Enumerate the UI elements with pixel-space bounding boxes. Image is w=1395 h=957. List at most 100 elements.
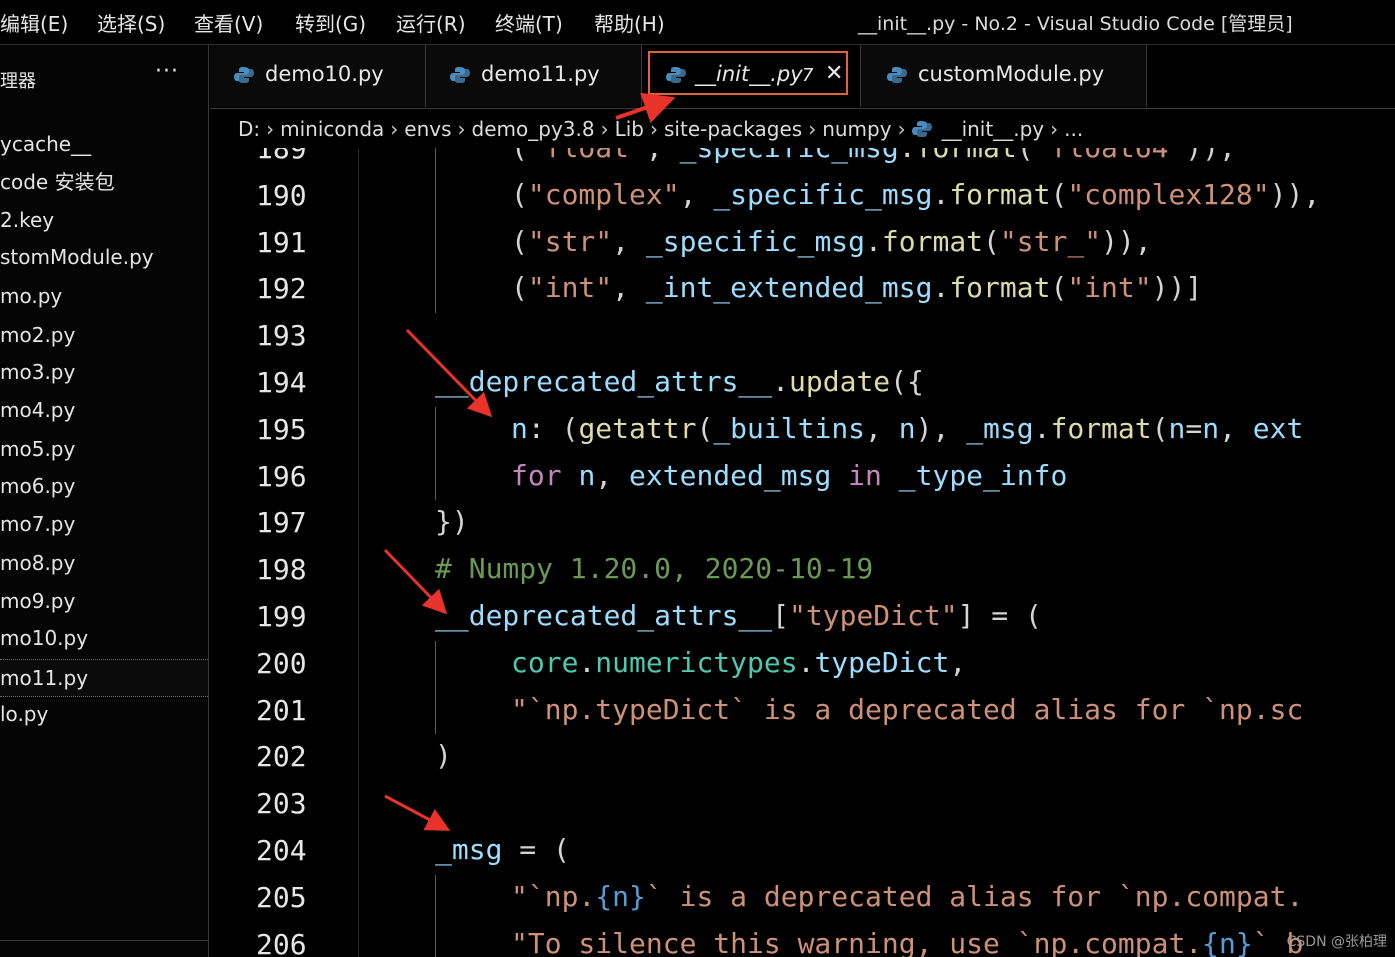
- breadcrumb-item[interactable]: miniconda: [280, 117, 384, 141]
- file-item[interactable]: mo2.py: [0, 317, 208, 353]
- line-number: 192: [256, 272, 307, 306]
- file-item[interactable]: stomModule.py: [0, 239, 208, 275]
- chevron-right-icon: ›: [897, 117, 906, 141]
- indent-guide: [435, 172, 436, 220]
- breadcrumb-item[interactable]: ...: [1064, 117, 1083, 141]
- code-line[interactable]: 191 ("str", _specific_msg.format("str_"))…: [210, 220, 1395, 266]
- code-text: "`np.{n}` is a deprecated alias for `np.…: [511, 879, 1304, 913]
- breadcrumb-item[interactable]: envs: [404, 117, 451, 141]
- breadcrumb-row: D: › miniconda › envs › demo_py3.8 › Lib › site-pa…: [238, 117, 1083, 141]
- breadcrumb-item[interactable]: numpy: [822, 117, 891, 141]
- breadcrumb: D: › miniconda › envs › demo_py3.8 › Lib › site-pa…: [210, 108, 1395, 149]
- file-item[interactable]: mo6.py: [0, 468, 208, 504]
- line-number: 190: [256, 178, 307, 212]
- indent-guide: [435, 453, 436, 501]
- code-text: __deprecated_attrs__.update({: [435, 365, 924, 398]
- line-number: 193: [256, 319, 307, 353]
- code-text: ("float", _specific_msg.format("float64"…: [511, 148, 1236, 164]
- indent-guide: [435, 874, 436, 922]
- code-text: n: (getattr(_builtins, n), _msg.format(n…: [511, 411, 1304, 445]
- line-number: 203: [256, 787, 307, 821]
- line-number: 197: [256, 506, 307, 540]
- code-line[interactable]: 202): [210, 734, 1395, 780]
- chevron-right-icon: ›: [650, 117, 658, 141]
- line-number: 204: [256, 834, 307, 867]
- code-text: ("str", _specific_msg.format("str_")),: [511, 224, 1152, 258]
- title-bar: 编辑(E) 选择(S) 查看(V) 转到(G) 运行(R) 终端(T) 帮助(H…: [0, 0, 1395, 45]
- file-item[interactable]: mo.py: [0, 278, 208, 314]
- file-item[interactable]: lo.py: [0, 696, 208, 732]
- line-number: 201: [256, 693, 307, 727]
- chevron-right-icon: ›: [390, 117, 399, 141]
- code-line[interactable]: 201 "`np.typeDict` is a deprecated alias …: [210, 688, 1395, 734]
- indent-guide: [435, 406, 436, 454]
- menu-terminal[interactable]: 终端(T): [495, 8, 563, 37]
- line-number: 199: [256, 600, 307, 633]
- file-item[interactable]: mo8.py: [0, 545, 208, 581]
- more-actions-icon[interactable]: ···: [155, 59, 179, 84]
- code-text: "`np.typeDict` is a deprecated alias for…: [511, 692, 1304, 726]
- code-line[interactable]: 200 core.numerictypes.typeDict,: [210, 641, 1395, 687]
- code-editor[interactable]: 189 ("float", _specific_msg.format("float…: [210, 148, 1395, 957]
- tab-demo11[interactable]: demo11.py: [426, 45, 642, 107]
- breadcrumb-item[interactable]: __init__.py: [942, 117, 1045, 141]
- code-line[interactable]: 196 for n, extended_msg in _type_info: [210, 454, 1395, 500]
- code-line[interactable]: 198 # Numpy 1.20.0, 2020-10-19: [210, 547, 1395, 593]
- code-text: _msg = (: [435, 833, 570, 866]
- file-item[interactable]: mo5.py: [0, 431, 208, 467]
- line-number: 195: [256, 412, 307, 446]
- code-line[interactable]: 203: [210, 781, 1395, 827]
- file-item[interactable]: mo3.py: [0, 354, 208, 390]
- code-text: # Numpy 1.20.0, 2020-10-19: [435, 552, 874, 586]
- code-text: core.numerictypes.typeDict,: [511, 645, 967, 679]
- line-number: 205: [256, 880, 307, 914]
- breadcrumb-item[interactable]: Lib: [615, 117, 644, 141]
- file-item[interactable]: 2.key: [0, 202, 208, 238]
- code-line[interactable]: 194 __deprecated_attrs__.update({: [210, 360, 1395, 406]
- tab-init[interactable]: __init__.py 7 ✕: [642, 45, 861, 107]
- line-number: 202: [256, 740, 307, 774]
- code-line[interactable]: 205 "`np.{n}` is a deprecated alias for `…: [210, 875, 1395, 921]
- code-line[interactable]: 193: [210, 313, 1395, 359]
- code-line[interactable]: 197}): [210, 500, 1395, 546]
- tab-label: __init__.py: [695, 62, 803, 86]
- explorer-title: 理器: [0, 71, 36, 92]
- code-line[interactable]: 190 ("complex", _specific_msg.format("com…: [210, 173, 1395, 219]
- file-item[interactable]: mo11.py: [0, 659, 208, 697]
- code-line[interactable]: 206 "To silence this warning, use `np.com…: [210, 922, 1395, 957]
- file-item[interactable]: mo7.py: [0, 506, 208, 542]
- breadcrumb-item[interactable]: site-packages: [664, 117, 802, 141]
- menu-view[interactable]: 查看(V): [194, 8, 263, 37]
- code-line[interactable]: 204 _msg = (: [210, 828, 1395, 874]
- file-item[interactable]: code 安装包: [0, 164, 208, 200]
- code-line[interactable]: 195 n: (getattr(_builtins, n), _msg.forma…: [210, 407, 1395, 453]
- line-number: 191: [256, 225, 307, 259]
- file-item[interactable]: mo10.py: [0, 620, 208, 656]
- tab-bar: demo10.py demo11.py __init__.py 7 ✕ cust…: [210, 45, 1395, 107]
- line-number: 198: [256, 553, 307, 587]
- file-item[interactable]: mo4.py: [0, 392, 208, 428]
- menu-go[interactable]: 转到(G): [295, 8, 366, 37]
- breadcrumb-item[interactable]: demo_py3.8: [472, 117, 595, 141]
- breadcrumb-item[interactable]: D:: [238, 117, 260, 141]
- menu-selection[interactable]: 选择(S): [97, 8, 165, 37]
- indent-guide: [435, 219, 436, 267]
- close-icon[interactable]: ✕: [825, 61, 843, 86]
- tab-demo10[interactable]: demo10.py: [210, 45, 426, 107]
- python-file-icon: [666, 67, 686, 83]
- indent-guide: [435, 687, 436, 735]
- tab-label: demo11.py: [481, 62, 600, 86]
- code-line[interactable]: 189 ("float", _specific_msg.format("float…: [210, 148, 1395, 172]
- menu-run[interactable]: 运行(R): [396, 8, 466, 37]
- code-line[interactable]: 199 __deprecated_attrs__["typeDict"] = (: [210, 594, 1395, 640]
- menu-edit[interactable]: 编辑(E): [0, 8, 68, 37]
- code-text: __deprecated_attrs__["typeDict"] = (: [435, 599, 1042, 632]
- menu-help[interactable]: 帮助(H): [594, 8, 665, 37]
- file-item[interactable]: ycache__: [0, 126, 208, 162]
- code-line[interactable]: 192 ("int", _int_extended_msg.format("int…: [210, 266, 1395, 312]
- window-title: __init__.py - No.2 - Visual Studio Code …: [858, 13, 1293, 35]
- python-file-icon: [911, 121, 932, 137]
- file-item[interactable]: mo9.py: [0, 583, 208, 619]
- tab-custommodule[interactable]: customModule.py: [861, 45, 1147, 107]
- indent-guide: [435, 266, 436, 314]
